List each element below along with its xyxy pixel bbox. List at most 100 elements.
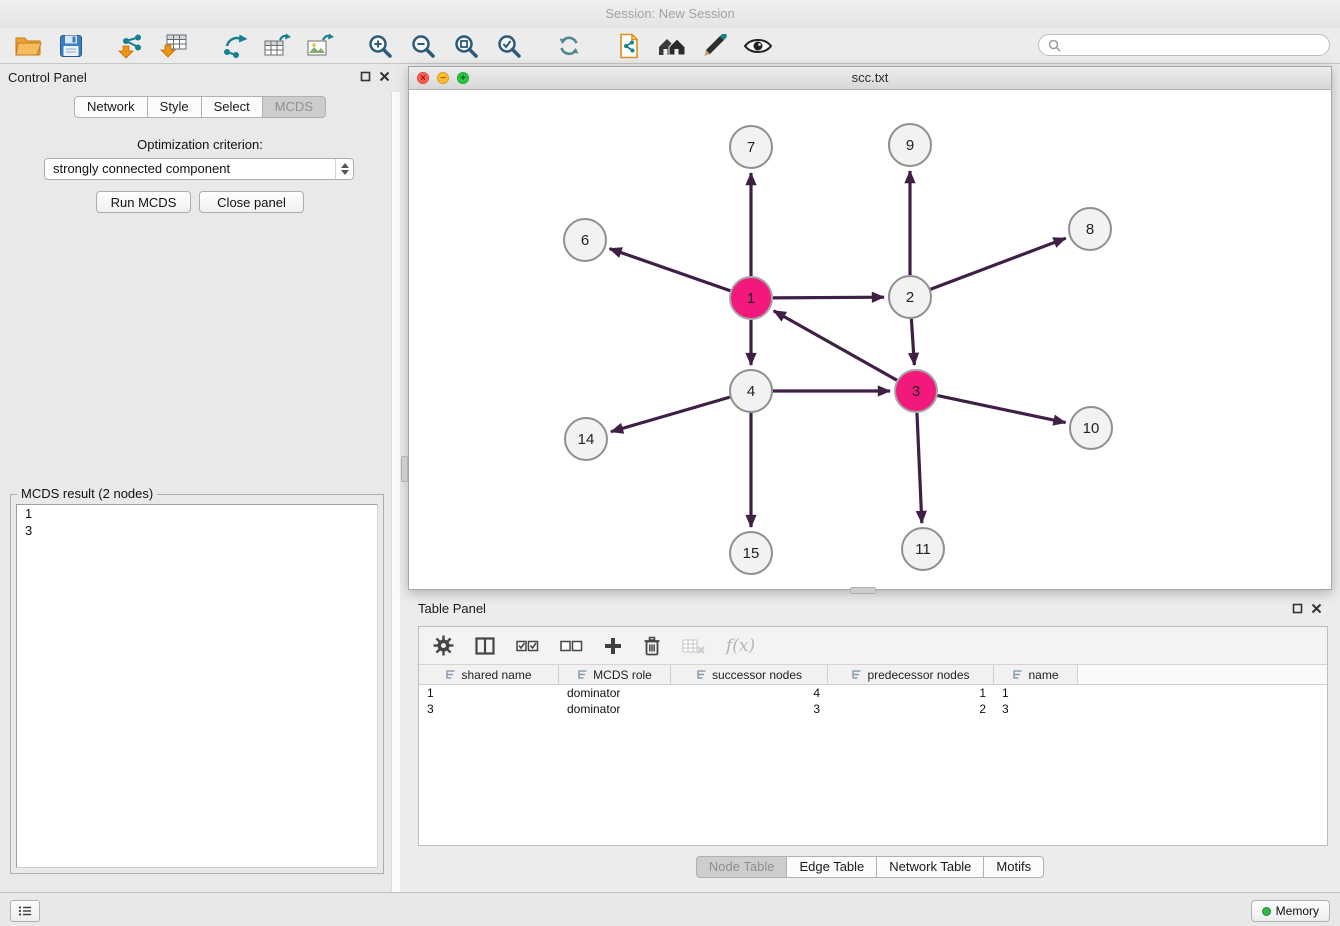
- import-network-icon: [117, 33, 145, 59]
- node-4[interactable]: 4: [730, 370, 772, 412]
- table-tab-motifs[interactable]: Motifs: [983, 856, 1044, 878]
- table-panel-tabs: Node TableEdge TableNetwork TableMotifs: [408, 856, 1332, 878]
- control-panel: Control Panel NetworkStyleSelectMCDS Opt…: [0, 64, 400, 892]
- delete-column-button[interactable]: [643, 636, 661, 656]
- tab-select[interactable]: Select: [201, 96, 263, 118]
- zoom-in-button[interactable]: [365, 32, 395, 60]
- zoom-fit-button[interactable]: [451, 32, 481, 60]
- run-mcds-button[interactable]: Run MCDS: [96, 191, 191, 213]
- node-9[interactable]: 9: [889, 124, 931, 166]
- node-6[interactable]: 6: [564, 219, 606, 261]
- node-label: 2: [906, 289, 914, 306]
- table-tab-edge-table[interactable]: Edge Table: [786, 856, 877, 878]
- add-column-button[interactable]: [604, 637, 622, 655]
- float-table-panel-icon[interactable]: [1292, 603, 1303, 614]
- close-table-panel-icon[interactable]: [1311, 603, 1322, 614]
- edge-4-14[interactable]: [611, 397, 730, 432]
- close-panel-icon[interactable]: [379, 71, 390, 82]
- delete-table-icon: [682, 638, 705, 654]
- edge-1-2[interactable]: [773, 297, 884, 298]
- export-network-icon: [220, 33, 248, 59]
- tab-mcds[interactable]: MCDS: [262, 96, 326, 118]
- save-floppy-icon: [59, 34, 83, 58]
- node-2[interactable]: 2: [889, 276, 931, 318]
- column-header-mcds-role[interactable]: MCDS role: [559, 665, 671, 684]
- node-3[interactable]: 3: [895, 370, 937, 412]
- deselect-all-button[interactable]: [560, 638, 583, 654]
- column-header-successor-nodes[interactable]: successor nodes: [671, 665, 828, 684]
- vertical-splitter-handle[interactable]: [401, 456, 408, 482]
- apply-layout-button[interactable]: [554, 32, 584, 60]
- node-11[interactable]: 11: [902, 528, 944, 570]
- show-columns-button[interactable]: [475, 637, 495, 655]
- save-session-button[interactable]: [56, 32, 86, 60]
- clone-network-button[interactable]: [614, 32, 644, 60]
- edge-1-6[interactable]: [610, 249, 731, 291]
- paint-brush-icon: [702, 34, 728, 58]
- criterion-dropdown[interactable]: strongly connected component: [44, 158, 354, 180]
- edge-2-3[interactable]: [911, 319, 914, 365]
- show-hide-button[interactable]: [743, 32, 773, 60]
- table-row[interactable]: 1dominator411: [419, 685, 1327, 701]
- edge-3-10[interactable]: [938, 396, 1066, 423]
- window-close-button[interactable]: ×: [417, 72, 429, 84]
- node-10[interactable]: 10: [1070, 407, 1112, 449]
- memory-button[interactable]: Memory: [1251, 900, 1330, 922]
- column-header-name[interactable]: name: [994, 665, 1078, 684]
- node-14[interactable]: 14: [565, 418, 607, 460]
- panel-menu-button[interactable]: [10, 900, 40, 922]
- tab-style[interactable]: Style: [147, 96, 202, 118]
- function-builder-button-disabled: f(x): [726, 636, 755, 656]
- zoom-out-button[interactable]: [408, 32, 438, 60]
- node-8[interactable]: 8: [1069, 208, 1111, 250]
- node-1[interactable]: 1: [730, 277, 772, 319]
- edge-2-8[interactable]: [931, 238, 1066, 289]
- column-header-shared-name[interactable]: shared name: [419, 665, 559, 684]
- table-cell: 2: [828, 701, 994, 717]
- sort-icon: [851, 669, 863, 680]
- import-table-button[interactable]: [159, 32, 189, 60]
- table-cell: 3: [994, 701, 1078, 717]
- open-session-button[interactable]: [13, 32, 43, 60]
- export-network-button[interactable]: [219, 32, 249, 60]
- column-header-predecessor-nodes[interactable]: predecessor nodes: [828, 665, 994, 684]
- horizontal-splitter-handle[interactable]: [850, 587, 876, 594]
- table-tab-node-table[interactable]: Node Table: [696, 856, 788, 878]
- style-brush-button[interactable]: [700, 32, 730, 60]
- optimization-criterion-label: Optimization criterion:: [0, 137, 400, 152]
- table-panel-header: Table Panel: [408, 596, 1332, 624]
- network-canvas[interactable]: 7 9 6 8 1 2 4 3 14 10 15 11: [409, 89, 1331, 589]
- table-row[interactable]: 3dominator323: [419, 701, 1327, 717]
- zoom-selected-button[interactable]: [494, 32, 524, 60]
- tab-network[interactable]: Network: [74, 96, 148, 118]
- home-button[interactable]: [657, 32, 687, 60]
- search-input[interactable]: [1066, 37, 1329, 54]
- export-table-button[interactable]: [262, 32, 292, 60]
- table-cell: dominator: [559, 701, 671, 717]
- control-panel-scrollbar[interactable]: [391, 92, 400, 892]
- table-settings-button[interactable]: [433, 635, 454, 656]
- close-panel-button[interactable]: Close panel: [199, 191, 304, 213]
- select-all-button[interactable]: [516, 638, 539, 654]
- result-item[interactable]: 1: [17, 505, 377, 522]
- window-zoom-button[interactable]: +: [457, 72, 469, 84]
- edge-3-11[interactable]: [917, 413, 922, 523]
- float-panel-icon[interactable]: [360, 71, 371, 82]
- node-15[interactable]: 15: [730, 532, 772, 574]
- table-cell: 1: [828, 685, 994, 701]
- result-item[interactable]: 3: [17, 522, 377, 539]
- network-window-title: scc.txt: [852, 70, 889, 85]
- app-titlebar: Session: New Session: [0, 0, 1340, 28]
- table-panel: Table Panel: [408, 596, 1332, 886]
- control-panel-title: Control Panel: [8, 70, 87, 85]
- node-7[interactable]: 7: [730, 126, 772, 168]
- table-panel-title: Table Panel: [418, 601, 486, 616]
- memory-status-icon: [1262, 907, 1271, 916]
- window-minimize-button[interactable]: −: [437, 72, 449, 84]
- edge-3-1[interactable]: [774, 311, 897, 380]
- import-network-button[interactable]: [116, 32, 146, 60]
- table-tab-network-table[interactable]: Network Table: [876, 856, 984, 878]
- node-label: 9: [906, 137, 914, 154]
- export-image-button[interactable]: [305, 32, 335, 60]
- node-label: 7: [747, 139, 755, 156]
